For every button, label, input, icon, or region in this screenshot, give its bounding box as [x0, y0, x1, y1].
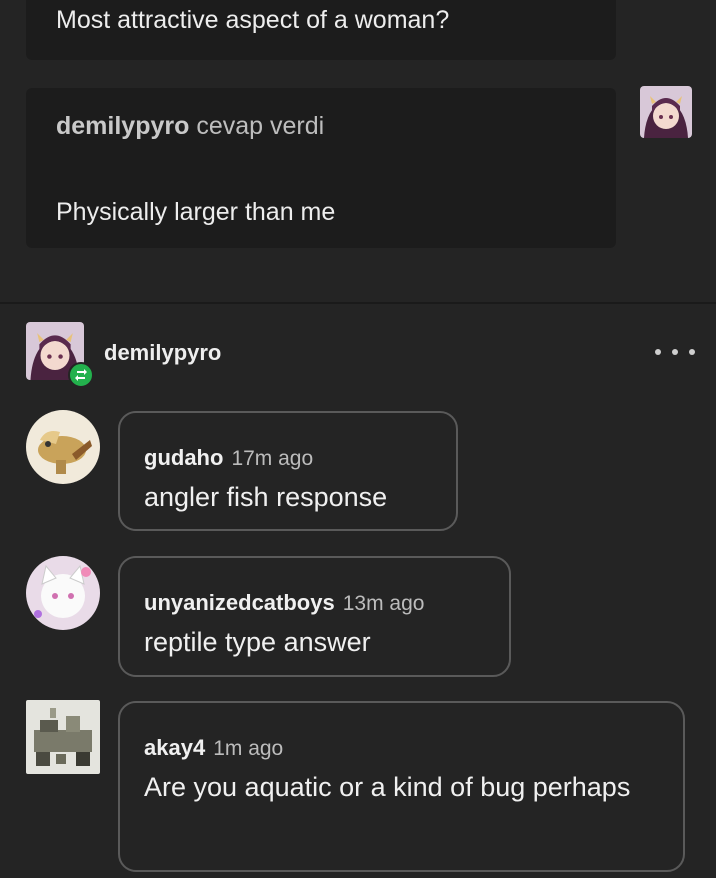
reply-text: reptile type answer: [144, 627, 371, 657]
reply-timestamp: 13m ago: [342, 592, 425, 615]
reblog-icon: [68, 362, 94, 388]
reply-bubble: unyanizedcatboys 13m ago reptile type ans…: [118, 556, 511, 677]
reply-username[interactable]: unyanizedcatboys: [144, 590, 335, 615]
ask-question-text: Most attractive aspect of a woman?: [56, 6, 450, 34]
reply-bubble: akay4 1m ago Are you aquatic or a kind of…: [118, 701, 685, 872]
reply-avatar-gudaho[interactable]: [26, 410, 100, 484]
answer-action: cevap verdi: [196, 112, 325, 140]
reply-timestamp: 1m ago: [213, 737, 284, 760]
reply-text: Are you aquatic or a kind of bug perhaps: [144, 772, 631, 802]
reply-meta: gudaho 17m ago: [144, 445, 313, 471]
reply-username[interactable]: akay4: [144, 735, 205, 760]
answer-username[interactable]: demilypyro: [56, 112, 189, 140]
reply-text: angler fish response: [144, 482, 388, 512]
reply-bubble: gudaho 17m ago angler fish response: [118, 411, 458, 531]
answer-meta: demilypyro cevap verdi: [56, 112, 324, 141]
section-divider: [0, 302, 716, 304]
reply-meta: unyanizedcatboys 13m ago: [144, 590, 424, 616]
answerer-avatar[interactable]: [640, 86, 692, 138]
reply-timestamp: 17m ago: [231, 447, 314, 470]
reply-meta: akay4 1m ago: [144, 735, 283, 761]
more-horizontal-icon: [655, 349, 661, 355]
ask-question-box: Most attractive aspect of a woman?: [26, 0, 616, 60]
reply-avatar-unyanizedcatboys[interactable]: [26, 556, 100, 630]
answer-text: Physically larger than me: [56, 198, 336, 226]
reply-username[interactable]: gudaho: [144, 445, 223, 470]
post-username[interactable]: demilypyro: [104, 340, 221, 366]
reply-avatar-akay4[interactable]: [26, 700, 100, 774]
answer-box: demilypyro cevap verdi Physically larger…: [26, 88, 616, 248]
more-options-button[interactable]: [655, 340, 695, 364]
